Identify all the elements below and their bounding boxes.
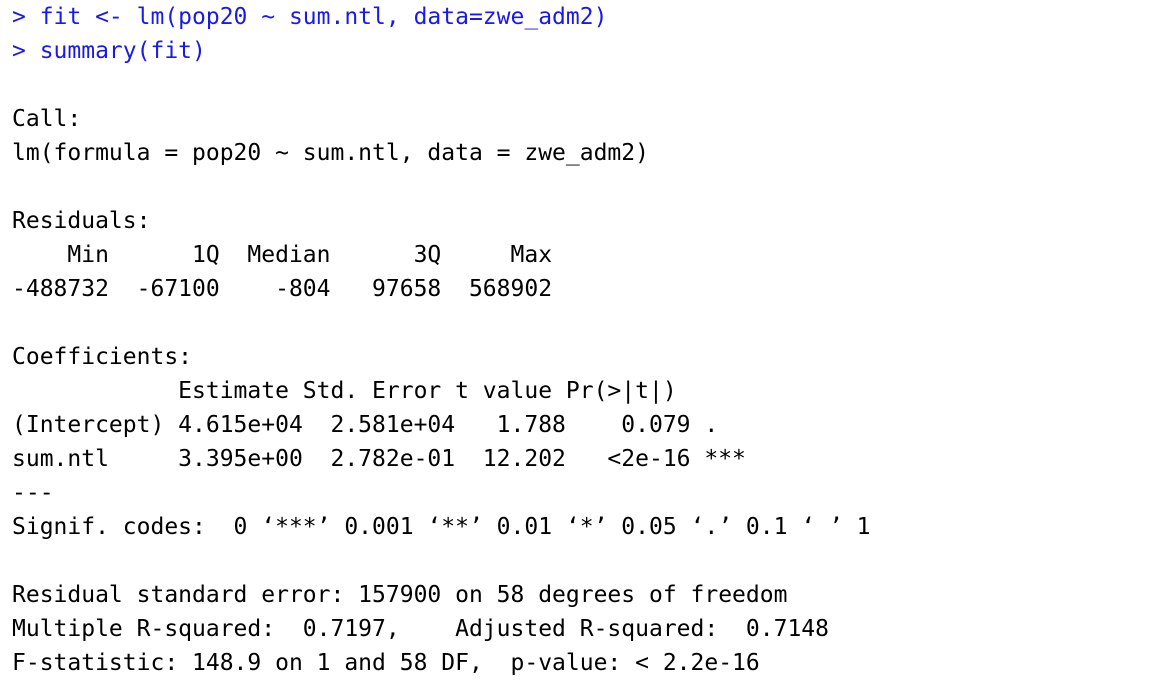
- coefficients-column-headers: Estimate Std. Error t value Pr(>|t|): [12, 378, 733, 404]
- residuals-values: -488732 -67100 -804 97658 568902: [12, 276, 566, 302]
- command-line-summary: > summary(fit): [12, 38, 206, 64]
- r-console[interactable]: > fit <- lm(pop20 ~ sum.ntl, data=zwe_ad…: [0, 0, 1158, 698]
- separator-line: ---: [12, 480, 54, 506]
- residual-standard-error: Residual standard error: 157900 on 58 de…: [12, 582, 788, 608]
- coefficients-row-sumntl: sum.ntl 3.395e+00 2.782e-01 12.202 <2e-1…: [12, 446, 746, 472]
- residuals-labels: Min 1Q Median 3Q Max: [12, 242, 566, 268]
- call-formula: lm(formula = pop20 ~ sum.ntl, data = zwe…: [12, 140, 649, 166]
- r-squared-line: Multiple R-squared: 0.7197, Adjusted R-s…: [12, 616, 843, 642]
- call-header: Call:: [12, 106, 82, 132]
- command-line-lm: > fit <- lm(pop20 ~ sum.ntl, data=zwe_ad…: [12, 4, 608, 30]
- coefficients-header: Coefficients:: [12, 344, 193, 370]
- residuals-header: Residuals:: [12, 208, 151, 234]
- f-statistic-line: F-statistic: 148.9 on 1 and 58 DF, p-val…: [12, 650, 760, 676]
- coefficients-row-intercept: (Intercept) 4.615e+04 2.581e+04 1.788 0.…: [12, 412, 746, 438]
- signif-codes: Signif. codes: 0 ‘***’ 0.001 ‘**’ 0.01 ‘…: [12, 514, 871, 540]
